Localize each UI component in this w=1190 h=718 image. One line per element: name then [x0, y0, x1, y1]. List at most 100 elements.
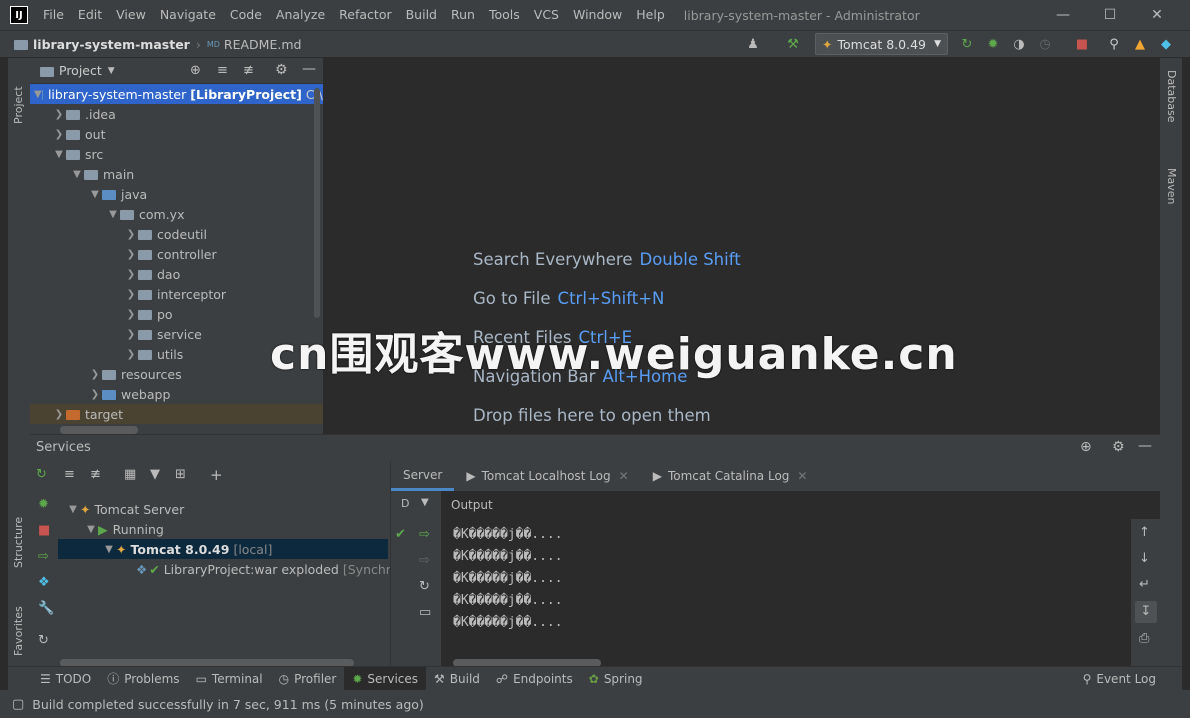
tab-server[interactable]: Server — [391, 461, 455, 491]
minimize-icon[interactable]: — — [1040, 0, 1086, 30]
debug-icon[interactable]: ✹ — [38, 497, 49, 512]
tree-item-controller[interactable]: ❯ controller — [30, 244, 314, 264]
refresh-icon[interactable]: ↻ — [38, 633, 49, 648]
project-view-select[interactable]: Project — [59, 63, 102, 78]
tree-tomcat-instance[interactable]: ▼ ✦ Tomcat 8.0.49 [local] — [58, 539, 388, 559]
menu-tools[interactable]: Tools — [482, 0, 527, 30]
tree-item-out[interactable]: ❯ out — [30, 124, 314, 144]
tree-item-interceptor[interactable]: ❯ interceptor — [30, 284, 314, 304]
print-icon[interactable]: ⎙ — [1139, 631, 1149, 646]
tree-running[interactable]: ▼ ▶ Running — [58, 519, 388, 539]
tool-services[interactable]: ✹ Services — [344, 666, 427, 691]
expand-all-icon[interactable]: ≡ — [64, 467, 75, 482]
collapse-all-icon[interactable]: ≢ — [90, 467, 101, 482]
project-scrollbar[interactable] — [314, 88, 320, 318]
locate-icon[interactable]: ⊕ — [190, 63, 201, 78]
add-icon[interactable]: + — [210, 466, 223, 484]
close-icon[interactable]: ✕ — [797, 469, 807, 483]
tree-artifact[interactable]: ❖ ✔ LibraryProject:war exploded [Synchro — [58, 559, 398, 579]
undeploy-icon[interactable]: ⇨ — [419, 553, 430, 568]
tool-build[interactable]: ⚒ Build — [426, 667, 488, 691]
tool-terminal[interactable]: ▭ Terminal — [188, 667, 271, 691]
tree-item-com-yx[interactable]: ▼ com.yx — [30, 204, 314, 224]
close-icon[interactable]: ✕ — [619, 469, 629, 483]
menu-build[interactable]: Build — [399, 0, 444, 30]
menu-help[interactable]: Help — [629, 0, 672, 30]
tab-catalina-log[interactable]: ▶ Tomcat Catalina Log ✕ — [641, 461, 820, 491]
run-config-select[interactable]: ✦ Tomcat 8.0.49 ▼ — [815, 33, 948, 55]
menu-run[interactable]: Run — [444, 0, 482, 30]
deploy-icon[interactable]: ⇨ — [419, 527, 430, 542]
rerun-icon[interactable]: ↻ — [958, 35, 976, 53]
maximize-icon[interactable]: ☐ — [1087, 0, 1133, 30]
breadcrumb-project[interactable]: library-system-master — [0, 37, 196, 52]
scroll-to-end-icon[interactable]: ↧ — [1135, 601, 1157, 623]
new-service-icon[interactable]: ⊞ — [175, 467, 186, 482]
artifacts-icon[interactable]: ❖ — [38, 575, 50, 590]
tree-root-project[interactable]: ▼ library-system-master [LibraryProject]… — [30, 84, 323, 104]
coverage-icon[interactable]: ◑ — [1010, 35, 1028, 53]
arrow-down-icon[interactable]: ↓ — [1139, 551, 1150, 566]
update-icon[interactable]: ▲ — [1131, 35, 1149, 53]
expand-all-icon[interactable]: ≡ — [217, 63, 228, 78]
breadcrumb-file[interactable]: MD README.md — [201, 37, 308, 52]
deployment-dropdown[interactable]: D — [401, 497, 409, 510]
toggle-tool-windows-icon[interactable]: ▢ — [12, 697, 24, 712]
stop-icon[interactable]: ■ — [38, 523, 50, 538]
favorites-tool-tab[interactable]: Favorites — [12, 588, 25, 656]
settings-gear-icon[interactable]: ⚙ — [275, 62, 288, 78]
settings-gear-icon[interactable]: ⚙ — [1112, 439, 1125, 455]
collapse-all-icon[interactable]: ≢ — [243, 63, 254, 78]
debug-icon[interactable]: ✹ — [984, 35, 1002, 53]
tree-item-idea[interactable]: ❯ .idea — [30, 104, 314, 124]
menu-vcs[interactable]: VCS — [527, 0, 566, 30]
close-icon[interactable]: ✕ — [1134, 0, 1180, 30]
user-icon[interactable]: ♟ — [744, 35, 762, 53]
chevron-down-icon[interactable]: ▼ — [108, 66, 115, 76]
project-h-scrollbar[interactable] — [60, 426, 138, 434]
menu-analyze[interactable]: Analyze — [269, 0, 332, 30]
tree-item-webapp[interactable]: ❯ webapp — [30, 384, 314, 404]
tree-item-main[interactable]: ▼ main — [30, 164, 314, 184]
tool-endpoints[interactable]: ☍ Endpoints — [488, 667, 581, 691]
menu-view[interactable]: View — [109, 0, 153, 30]
tool-event-log[interactable]: ⚲ Event Log — [1075, 667, 1164, 691]
tab-localhost-log[interactable]: ▶ Tomcat Localhost Log ✕ — [454, 461, 640, 491]
update-icon[interactable]: ▭ — [419, 605, 431, 620]
tree-item-java[interactable]: ▼ java — [30, 184, 314, 204]
refresh-icon[interactable]: ↻ — [419, 579, 430, 594]
menu-window[interactable]: Window — [566, 0, 629, 30]
tree-item-codeutil[interactable]: ❯ codeutil — [30, 224, 314, 244]
structure-tool-tab[interactable]: Structure — [12, 498, 25, 568]
tree-item-dao[interactable]: ❯ dao — [30, 264, 314, 284]
filter-icon[interactable]: ▼ — [150, 467, 160, 482]
group-icon[interactable]: ▦ — [124, 467, 136, 482]
menu-navigate[interactable]: Navigate — [153, 0, 223, 30]
search-icon[interactable]: ⚲ — [1105, 35, 1123, 53]
chevron-down-icon[interactable]: ▼ — [421, 497, 429, 508]
tool-spring[interactable]: ✿ Spring — [581, 667, 651, 691]
tool-profiler[interactable]: ◷ Profiler — [271, 667, 345, 691]
stop-icon[interactable]: ■ — [1073, 35, 1091, 53]
deploy-icon[interactable]: ⇨ — [38, 549, 49, 564]
tree-tomcat-server[interactable]: ▼ ✦ Tomcat Server — [58, 499, 388, 519]
project-tool-tab[interactable]: Project — [12, 64, 25, 124]
database-tool-tab[interactable]: Database — [1165, 70, 1178, 140]
rerun-icon[interactable]: ↻ — [36, 467, 47, 482]
maven-tool-tab[interactable]: Maven — [1165, 168, 1178, 218]
tool-problems[interactable]: ⓘ Problems — [99, 667, 187, 691]
arrow-up-icon[interactable]: ↑ — [1139, 525, 1150, 540]
menu-refactor[interactable]: Refactor — [332, 0, 398, 30]
hide-panel-icon[interactable]: — — [1138, 438, 1152, 454]
globe-icon[interactable]: ⊕ — [1080, 439, 1092, 455]
tree-item-src[interactable]: ▼ src — [30, 144, 314, 164]
wrench-icon[interactable]: 🔧 — [38, 601, 54, 616]
plugin-icon[interactable]: ◆ — [1157, 35, 1175, 53]
hide-panel-icon[interactable]: — — [302, 61, 316, 77]
profile-icon[interactable]: ◷ — [1036, 35, 1054, 53]
soft-wrap-icon[interactable]: ↵ — [1139, 577, 1150, 592]
build-hammer-icon[interactable]: ⚒ — [784, 35, 802, 53]
tool-todo[interactable]: ☰ TODO — [32, 667, 99, 691]
menu-file[interactable]: File — [36, 0, 71, 30]
menu-edit[interactable]: Edit — [71, 0, 109, 30]
